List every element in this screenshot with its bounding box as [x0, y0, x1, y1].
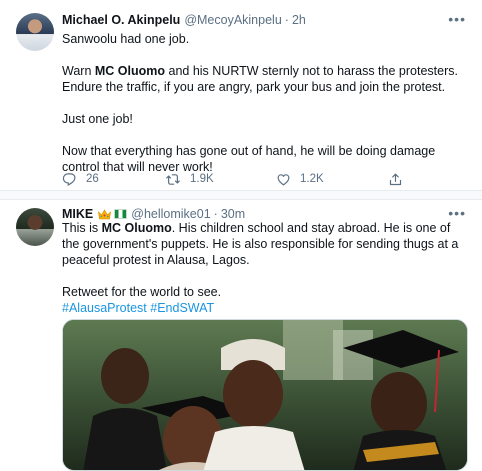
hashtag-line: #AlausaProtest #EndSWAT — [62, 300, 468, 316]
reply-count: 26 — [86, 173, 99, 185]
bold-text: MC Oluomo — [94, 64, 166, 78]
like-button[interactable]: 1.2K — [276, 172, 324, 187]
author-handle[interactable]: @hellomike01 — [131, 207, 210, 221]
crown-emoji-icon — [98, 208, 112, 220]
tweet-paragraph: This is MC Oluomo. His children school a… — [62, 220, 468, 268]
reply-button[interactable]: 26 — [62, 172, 99, 187]
timestamp[interactable]: 30m — [221, 207, 245, 221]
tweet-paragraph: Retweet for the world to see. — [62, 285, 222, 299]
separator-dot: · — [213, 207, 218, 221]
tweet-photo[interactable] — [62, 319, 468, 471]
like-icon — [277, 173, 290, 185]
tweet-text: Sanwoolu had one job. Warn MC Oluomo and… — [62, 31, 468, 175]
timeline-divider — [0, 191, 482, 200]
tweet-paragraph: Warn MC Oluomo and his NURTW sternly not… — [62, 63, 468, 95]
tweet-michael[interactable]: Michael O. Akinpelu @MecoyAkinpelu · 2h … — [0, 0, 482, 191]
reply-icon — [62, 172, 76, 186]
retweet-button[interactable]: 1.9K — [165, 172, 214, 187]
hashtag-link[interactable]: #AlausaProtest — [62, 301, 147, 315]
hashtag-link[interactable]: #EndSWAT — [150, 301, 214, 315]
tweet-paragraph: Sanwoolu had one job. — [62, 32, 190, 46]
more-options-icon[interactable]: ••• — [448, 12, 466, 26]
text-fragment: This is — [62, 221, 102, 235]
author-name[interactable]: Michael O. Akinpelu — [62, 13, 180, 27]
separator-dot: · — [284, 13, 289, 27]
like-count: 1.2K — [300, 173, 324, 185]
nigeria-flag-icon — [114, 209, 128, 219]
tweet-text: This is MC Oluomo. His children school a… — [62, 220, 468, 316]
text-fragment: Warn — [62, 64, 95, 78]
tweet-actions: 26 1.9K 1.2K — [62, 170, 422, 188]
avatar[interactable] — [16, 13, 54, 51]
share-icon — [389, 173, 402, 185]
more-options-icon[interactable]: ••• — [448, 206, 466, 220]
avatar[interactable] — [16, 208, 54, 246]
bold-text: MC Oluomo — [101, 221, 172, 235]
tweet-mike[interactable]: MIKE @hellomike01 · 30m ••• This is MC O… — [0, 200, 482, 471]
author-handle[interactable]: @MecoyAkinpelu — [184, 13, 281, 27]
retweet-icon — [166, 173, 180, 185]
timestamp[interactable]: 2h — [292, 13, 306, 27]
tweet-header: Michael O. Akinpelu @MecoyAkinpelu · 2h … — [62, 12, 468, 28]
photo-image — [63, 320, 467, 470]
author-name[interactable]: MIKE — [62, 207, 93, 221]
share-button[interactable] — [388, 172, 403, 187]
tweet-paragraph: Just one job! — [62, 112, 133, 126]
retweet-count: 1.9K — [190, 173, 214, 185]
